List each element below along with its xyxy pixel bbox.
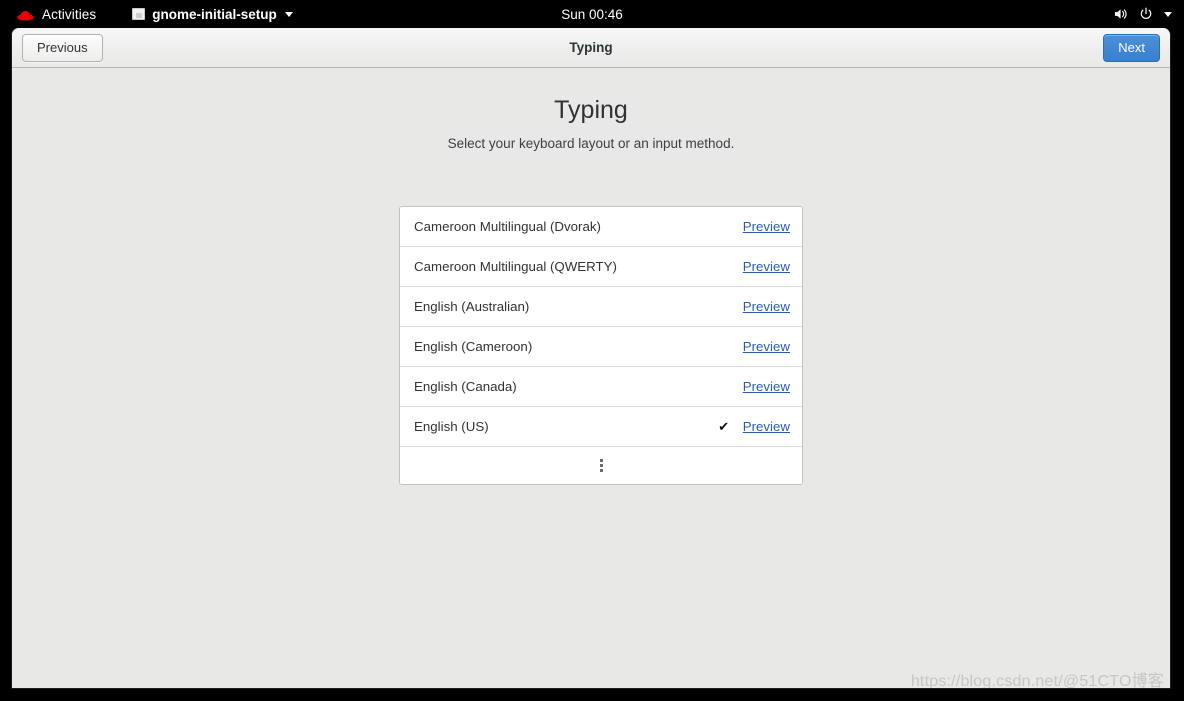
layout-name: Cameroon Multilingual (QWERTY) [414, 259, 617, 274]
layout-name: English (Cameroon) [414, 339, 533, 354]
layout-row[interactable]: English (Cameroon) Preview [400, 327, 802, 367]
page-subtitle: Select your keyboard layout or an input … [447, 136, 735, 151]
layout-row[interactable]: English (Australian) Preview [400, 287, 802, 327]
chevron-down-icon [1164, 11, 1172, 17]
volume-speaker-icon [1114, 7, 1129, 21]
setup-page-content: Typing Select your keyboard layout or an… [12, 68, 1170, 688]
more-vertical-icon [599, 459, 603, 472]
top-bar-left-cluster: Activities gnome-initial-setup [0, 4, 297, 24]
layout-row[interactable]: Cameroon Multilingual (Dvorak) Preview [400, 207, 802, 247]
preview-link[interactable]: Preview [743, 339, 790, 354]
layout-row[interactable]: English (Canada) Preview [400, 367, 802, 407]
activities-button[interactable]: Activities [12, 4, 100, 24]
app-menu-label: gnome-initial-setup [152, 6, 277, 22]
preview-link[interactable]: Preview [743, 259, 790, 274]
layout-name: Cameroon Multilingual (Dvorak) [414, 219, 601, 234]
gnome-initial-setup-window: Previous Typing Next Typing Select your … [12, 28, 1170, 688]
layout-name: English (US) [414, 419, 489, 434]
page-title: Typing [554, 96, 628, 124]
watermark-text: https://blog.csdn.net/@51CTO博客 [910, 673, 1164, 688]
window-header-bar: Previous Typing Next [12, 28, 1170, 68]
preview-link[interactable]: Preview [743, 299, 790, 314]
system-status-area[interactable] [1114, 7, 1172, 21]
gnome-top-bar: Activities gnome-initial-setup Sun 00:46 [0, 0, 1184, 28]
layout-row[interactable]: Cameroon Multilingual (QWERTY) Preview [400, 247, 802, 287]
redhat-logo-icon [16, 6, 35, 22]
layout-row[interactable]: English (US) ✔ Preview [400, 407, 802, 447]
next-button[interactable]: Next [1103, 33, 1160, 62]
preview-link[interactable]: Preview [743, 219, 790, 234]
power-icon [1139, 7, 1153, 21]
header-bar-title: Typing [569, 40, 613, 55]
activities-label: Activities [42, 6, 97, 22]
previous-button[interactable]: Previous [22, 33, 103, 62]
show-more-row[interactable] [400, 447, 802, 484]
keyboard-layout-list[interactable]: Cameroon Multilingual (Dvorak) Preview Cam… [399, 206, 803, 485]
checkmark-icon: ✔ [718, 418, 730, 434]
app-menu-button[interactable]: gnome-initial-setup [128, 5, 297, 24]
layout-name: English (Canada) [414, 379, 517, 394]
layout-name: English (Australian) [414, 299, 530, 314]
preview-link[interactable]: Preview [743, 379, 790, 394]
chevron-down-icon [284, 11, 293, 17]
window-app-icon [132, 8, 146, 20]
preview-link[interactable]: Preview [743, 419, 790, 434]
